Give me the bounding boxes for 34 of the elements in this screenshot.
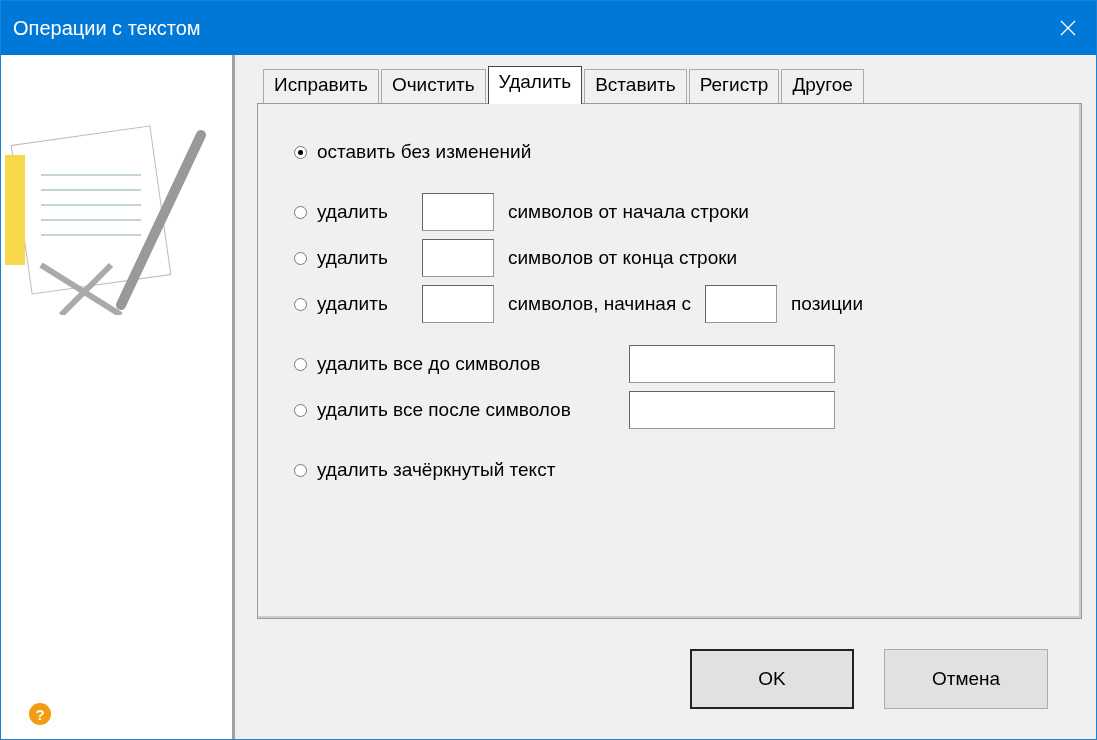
- radio-button[interactable]: [294, 145, 307, 159]
- option-label: символов от конца строки: [508, 247, 738, 269]
- option-label: символов, начиная с: [508, 293, 691, 315]
- option-label: удалить: [317, 247, 389, 269]
- window-title: Операции с текстом: [13, 16, 201, 40]
- tab[interactable]: Удалить: [487, 66, 583, 104]
- option-label: удалить: [317, 201, 389, 223]
- dialog-button[interactable]: OK: [690, 649, 854, 709]
- position-field[interactable]: [705, 285, 777, 323]
- radio-button[interactable]: [294, 205, 307, 219]
- option-label: позиции: [791, 293, 864, 315]
- tab[interactable]: Другое: [781, 69, 864, 103]
- tab[interactable]: Вставить: [584, 69, 687, 103]
- radio-button[interactable]: [294, 251, 307, 265]
- characters-field[interactable]: [629, 391, 835, 429]
- tab[interactable]: Исправить: [263, 69, 379, 103]
- count-field[interactable]: [422, 193, 494, 231]
- option-label: удалить: [317, 293, 389, 315]
- tab[interactable]: Регистр: [688, 69, 780, 103]
- count-field[interactable]: [422, 239, 494, 277]
- characters-field[interactable]: [629, 345, 835, 383]
- tab[interactable]: Очистить: [380, 69, 486, 103]
- radio-button[interactable]: [294, 403, 307, 417]
- option-label: символов от начала строки: [508, 201, 749, 223]
- option-label: удалить зачёркнутый текст: [317, 459, 556, 481]
- option-label: удалить все до символов: [317, 353, 542, 375]
- close-icon[interactable]: [1060, 20, 1076, 36]
- radio-button[interactable]: [294, 357, 307, 371]
- radio-button[interactable]: [294, 463, 307, 477]
- option-label: удалить все после символов: [317, 399, 572, 421]
- dialog-button[interactable]: Отмена: [884, 649, 1048, 709]
- count-field[interactable]: [422, 285, 494, 323]
- option-label: оставить без изменений: [317, 141, 532, 163]
- radio-button[interactable]: [294, 297, 307, 311]
